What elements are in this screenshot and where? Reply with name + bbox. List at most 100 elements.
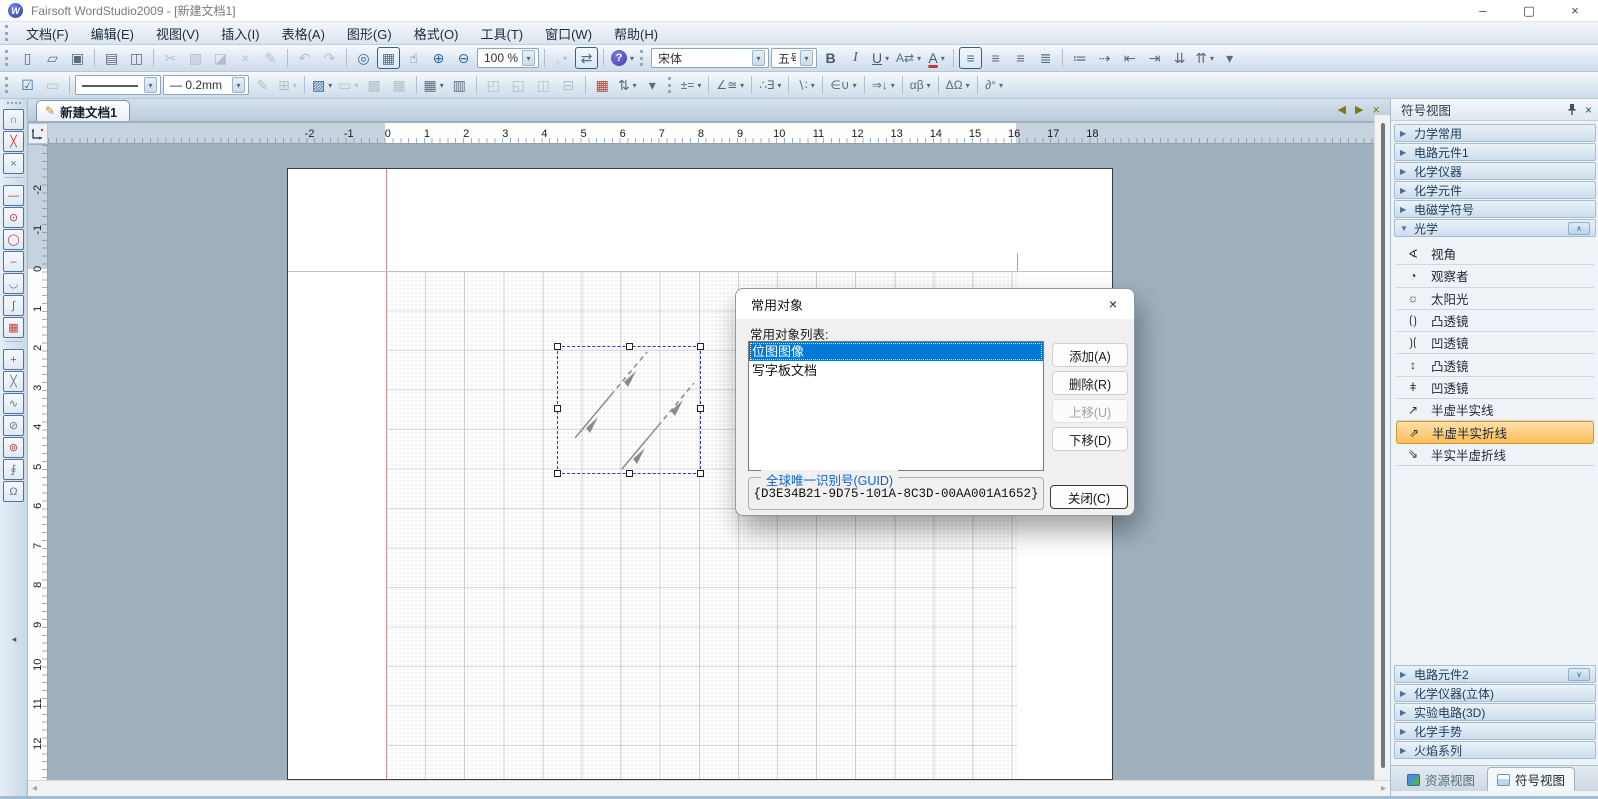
symbol-half-dashed-solid-line[interactable]: ↗ 半虚半实线 <box>1396 399 1594 421</box>
selection-handle-se[interactable] <box>697 470 704 477</box>
toolbar-grip[interactable] <box>640 50 645 66</box>
move-down-button[interactable]: 下移(D) <box>1052 427 1128 451</box>
group-optics[interactable]: ▼ 光学 ∧ <box>1394 219 1596 237</box>
minimize-button[interactable]: – <box>1460 0 1506 21</box>
math-arrow-button[interactable]: ⇒↓▾ <box>870 74 897 96</box>
horizontal-scrollbar[interactable]: ◂ ▸ <box>28 780 1390 796</box>
bullet-list-button[interactable]: ≔▾ <box>1068 47 1091 69</box>
symbol-concave-lens-axis[interactable]: ǂ 凹透镜 <box>1396 377 1594 399</box>
scroll-left-arrow-icon[interactable]: ◂ <box>32 783 37 794</box>
math-ratio-button[interactable]: ∖∶▾ <box>794 74 817 96</box>
dialog-close-button[interactable]: × <box>1092 289 1134 319</box>
line-width-combo[interactable]: — 0.2mm▾ <box>163 75 249 95</box>
italic-button[interactable]: I▾ <box>844 47 867 69</box>
new-document-button[interactable]: ▯▾ <box>16 47 39 69</box>
group-chemistry-gestures[interactable]: ▶ 化学手势 <box>1394 722 1596 740</box>
list-item-bitmap-image[interactable]: 位图图像 <box>749 342 1043 361</box>
zoom-out-button[interactable]: ⊖▾ <box>452 47 475 69</box>
pin-icon[interactable] <box>1567 103 1577 116</box>
print-preview-button[interactable]: ◫▾ <box>125 47 148 69</box>
group-scroll-chevron[interactable]: ∨ <box>1568 668 1590 681</box>
split-cells-button[interactable]: ◫▾ <box>532 74 555 96</box>
math-partial-button[interactable]: ∂°▾ <box>983 74 1006 96</box>
toolbar-grip[interactable] <box>668 77 673 93</box>
table-properties-button[interactable]: ▥▾ <box>448 74 471 96</box>
line-style-combo[interactable]: ▾ <box>75 75 161 95</box>
snap-off-tool[interactable]: × <box>3 153 24 174</box>
redo-button[interactable]: ↷▾ <box>318 47 341 69</box>
align-right-button[interactable]: ≡▾ <box>1009 47 1032 69</box>
font-color-button[interactable]: A▾ <box>925 47 948 69</box>
menu-tools[interactable]: 工具(T) <box>469 22 534 45</box>
math-set-button[interactable]: ∈∪▾ <box>828 74 858 96</box>
font-name-combo[interactable]: 宋体▾ <box>651 48 769 68</box>
document-canvas[interactable] <box>48 145 1374 780</box>
selection-handle-w[interactable] <box>554 405 561 412</box>
symbol-concave-lens[interactable]: ⟯⟮ 凹透镜 <box>1396 332 1594 354</box>
math-plusminus-button[interactable]: ±=▾ <box>679 74 704 96</box>
pattern-fill-button[interactable]: ▩▾ <box>363 74 386 96</box>
undo-button[interactable]: ↶▾ <box>293 47 316 69</box>
group-chemistry-components[interactable]: ▶ 化学元件 <box>1394 181 1596 199</box>
menu-document[interactable]: 文档(F) <box>15 22 80 45</box>
help-button[interactable]: ?▾ <box>609 47 636 69</box>
font-size-combo[interactable]: 五号▾ <box>771 48 817 68</box>
dialog-title-bar[interactable]: 常用对象 × <box>736 289 1134 319</box>
selection-handle-s[interactable] <box>626 470 633 477</box>
snap-circle2-tool[interactable]: ⊚ <box>3 437 24 458</box>
eraser-button[interactable]: ▭▾ <box>41 74 64 96</box>
menu-insert[interactable]: 插入(I) <box>210 22 270 45</box>
menu-help[interactable]: 帮助(H) <box>603 22 669 45</box>
save-button[interactable]: ▣▾ <box>66 47 89 69</box>
delete-button[interactable]: ×▾ <box>234 47 257 69</box>
insert-row-button[interactable]: ◰▾ <box>482 74 505 96</box>
spacing-increase-button[interactable]: ⇈▾ <box>1193 47 1216 69</box>
bold-button[interactable]: B▾ <box>819 47 842 69</box>
zoom-in-button[interactable]: ⊕▾ <box>427 47 450 69</box>
toolbar-grip[interactable] <box>5 50 10 66</box>
math-logic-button[interactable]: ∴∃▾ <box>757 74 783 96</box>
snap-grid-tool[interactable]: ▦ <box>3 317 24 338</box>
list-item-wordpad-document[interactable]: 写字板文档 <box>749 361 1043 380</box>
snap-spiral-tool[interactable]: ∮ <box>3 459 24 480</box>
toolstrip-grip[interactable] <box>7 102 21 106</box>
align-justify-button[interactable]: ≣▾ <box>1034 47 1057 69</box>
math-delta-button[interactable]: ΔΩ▾ <box>944 74 972 96</box>
vertical-scrollbar[interactable] <box>1374 115 1390 780</box>
sort-button[interactable]: ⇅▾ <box>616 74 639 96</box>
symbol-view-angle[interactable]: ∢ 视角 <box>1396 243 1594 265</box>
ruler-origin-button[interactable] <box>28 123 48 144</box>
group-mechanics-common[interactable]: ▶ 力学常用 <box>1394 124 1596 142</box>
cut-button[interactable]: ✂▾ <box>159 47 182 69</box>
dotted-indent-button[interactable]: ⇢▾ <box>1093 47 1116 69</box>
zoom-level-combo[interactable]: 100 %▾ <box>477 48 539 68</box>
insert-column-button[interactable]: ◱▾ <box>507 74 530 96</box>
grid-toggle-button[interactable]: ▦▾ <box>377 47 400 69</box>
red-grid-button[interactable]: ▦▾ <box>591 74 614 96</box>
menu-graphics[interactable]: 图形(G) <box>336 22 403 45</box>
tab-scroll-left-icon[interactable]: ◀ <box>1337 103 1345 116</box>
selection-handle-sw[interactable] <box>554 470 561 477</box>
proofread-button[interactable]: ☑▾ <box>16 74 39 96</box>
tab-resource-view[interactable]: 资源视图 <box>1397 767 1485 791</box>
snap-intersection-tool[interactable]: ╳ <box>3 131 24 152</box>
symbol-convex-lens[interactable]: ⟮⟯ 凸透镜 <box>1396 310 1594 332</box>
panel-close-icon[interactable]: × <box>1585 103 1592 117</box>
close-button[interactable]: × <box>1552 0 1598 21</box>
tab-symbol-view[interactable]: 符号视图 <box>1487 767 1575 791</box>
selection-handle-n[interactable] <box>626 343 633 350</box>
toolbar-grip[interactable] <box>5 77 10 93</box>
symbol-convex-lens-axis[interactable]: ↕ 凸透镜 <box>1396 354 1594 376</box>
format-painter-button[interactable]: ✎▾ <box>259 47 282 69</box>
spacing-decrease-button[interactable]: ⇊▾ <box>1168 47 1191 69</box>
maximize-button[interactable]: ▢ <box>1506 0 1552 21</box>
object-listbox[interactable]: 位图图像 写字板文档 <box>748 341 1044 471</box>
border-grid-button[interactable]: ⊞▾ <box>276 74 299 96</box>
selection-box[interactable] <box>557 346 701 474</box>
toolbar2-options-button[interactable]: ▾▾ <box>641 74 664 96</box>
selection-handle-nw[interactable] <box>554 343 561 350</box>
symbol-half-dashed-solid-polyline[interactable]: ⇗ 半虚半实折线 <box>1396 421 1594 443</box>
scroll-right-arrow-icon[interactable]: ▸ <box>1381 783 1386 794</box>
group-chemistry-instruments[interactable]: ▶ 化学仪器 <box>1394 162 1596 180</box>
paste-button[interactable]: ◪▾ <box>209 47 232 69</box>
